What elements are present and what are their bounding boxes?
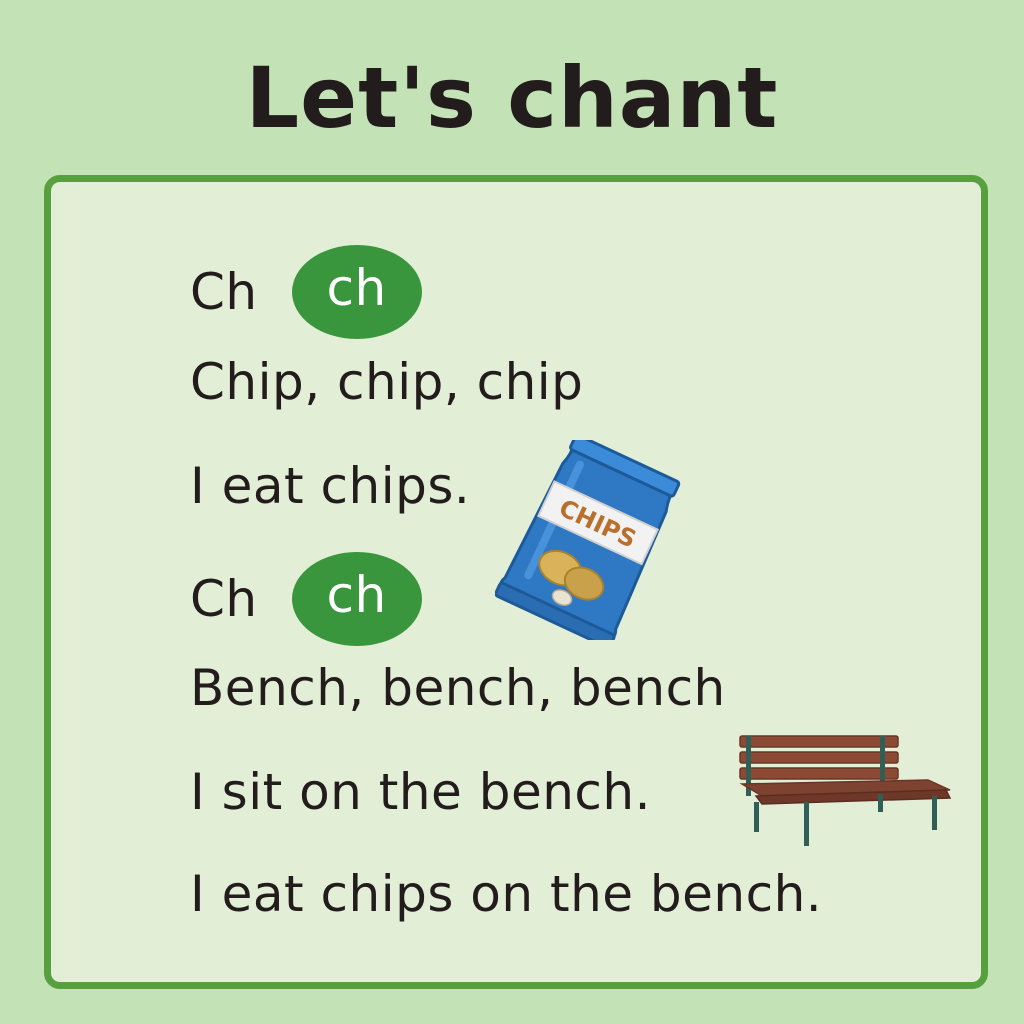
ch-badge: ch	[291, 552, 422, 646]
chant-line-5: Bench, bench, bench	[190, 659, 726, 717]
chips-bag-icon: CHIPS	[495, 440, 681, 640]
chant-line-2: Chip, chip, chip	[190, 353, 584, 411]
ch-badge: ch	[291, 245, 422, 339]
chant-line-1: Ch ch	[190, 245, 422, 339]
chant-line-7: I eat chips on the bench.	[190, 865, 823, 923]
bench-icon	[739, 735, 952, 846]
page-title: Let's chant	[245, 49, 779, 147]
chant-line-3: I eat chips.	[190, 457, 471, 515]
chant-line-6: I sit on the bench.	[190, 763, 651, 821]
ch-label: Ch	[190, 570, 258, 628]
chant-line-4: Ch ch	[190, 552, 422, 646]
ch-label: Ch	[190, 263, 258, 321]
